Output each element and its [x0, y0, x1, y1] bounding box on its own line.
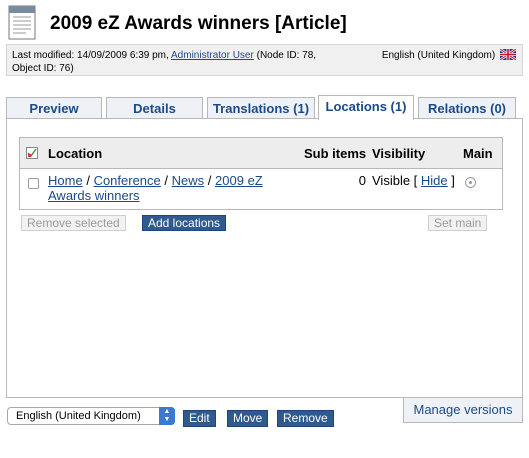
language-select[interactable]: English (United Kingdom) ▲ ▼	[7, 407, 175, 425]
article-document-icon	[8, 5, 36, 40]
visibility-status: Visible	[372, 173, 411, 188]
table-header: Location Sub items Visibility Main	[20, 138, 502, 169]
select-arrows-icon: ▲ ▼	[159, 407, 175, 425]
modification-info: Last modified: 14/09/2009 6:39 pm, Admin…	[12, 49, 352, 75]
main-location-radio[interactable]	[465, 177, 476, 188]
last-modified-text: Last modified: 14/09/2009 6:39 pm,	[12, 50, 169, 61]
node-id-text: (Node ID: 78,	[256, 50, 317, 61]
column-sub-items: Sub items	[304, 146, 367, 161]
language-info: English (United Kingdom)	[382, 49, 516, 62]
hide-link[interactable]: Hide	[421, 173, 448, 188]
edit-button[interactable]: Edit	[183, 410, 216, 427]
locations-panel: Location Sub items Visibility Main Home …	[6, 118, 523, 398]
page-title: 2009 eZ Awards winners [Article]	[50, 13, 347, 34]
table-row: Home / Conference / News / 2009 eZ Award…	[20, 169, 502, 209]
locations-table: Location Sub items Visibility Main Home …	[19, 137, 503, 210]
author-link[interactable]: Administrator User	[171, 50, 254, 61]
column-main: Main	[463, 146, 493, 161]
tab-details[interactable]: Details	[106, 97, 203, 119]
meta-info-box: Last modified: 14/09/2009 6:39 pm, Admin…	[6, 44, 523, 76]
remove-button[interactable]: Remove	[277, 410, 334, 427]
tab-translations[interactable]: Translations (1)	[207, 97, 315, 119]
tab-preview[interactable]: Preview	[6, 97, 102, 119]
content-tabs: Preview Details Translations (1) Locatio…	[6, 95, 523, 120]
set-main-button[interactable]: Set main	[428, 215, 488, 231]
toggle-selection-icon[interactable]	[26, 147, 38, 159]
tab-relations[interactable]: Relations (0)	[418, 97, 516, 119]
uk-flag-icon	[500, 49, 516, 60]
manage-versions-tab[interactable]: Manage versions	[403, 398, 523, 423]
remove-selected-button[interactable]: Remove selected	[21, 215, 126, 231]
column-visibility: Visibility	[372, 146, 426, 161]
language-label: English (United Kingdom)	[381, 50, 496, 61]
visibility-cell: Visible [ Hide ]	[372, 173, 455, 188]
column-location: Location	[48, 146, 103, 161]
tab-locations[interactable]: Locations (1)	[318, 95, 414, 120]
sub-items-count: 0	[358, 173, 366, 188]
language-select-value: English (United Kingdom)	[16, 410, 141, 422]
add-locations-button[interactable]: Add locations	[142, 215, 227, 231]
move-button[interactable]: Move	[227, 410, 269, 427]
object-id-text: Object ID: 76)	[12, 63, 74, 74]
